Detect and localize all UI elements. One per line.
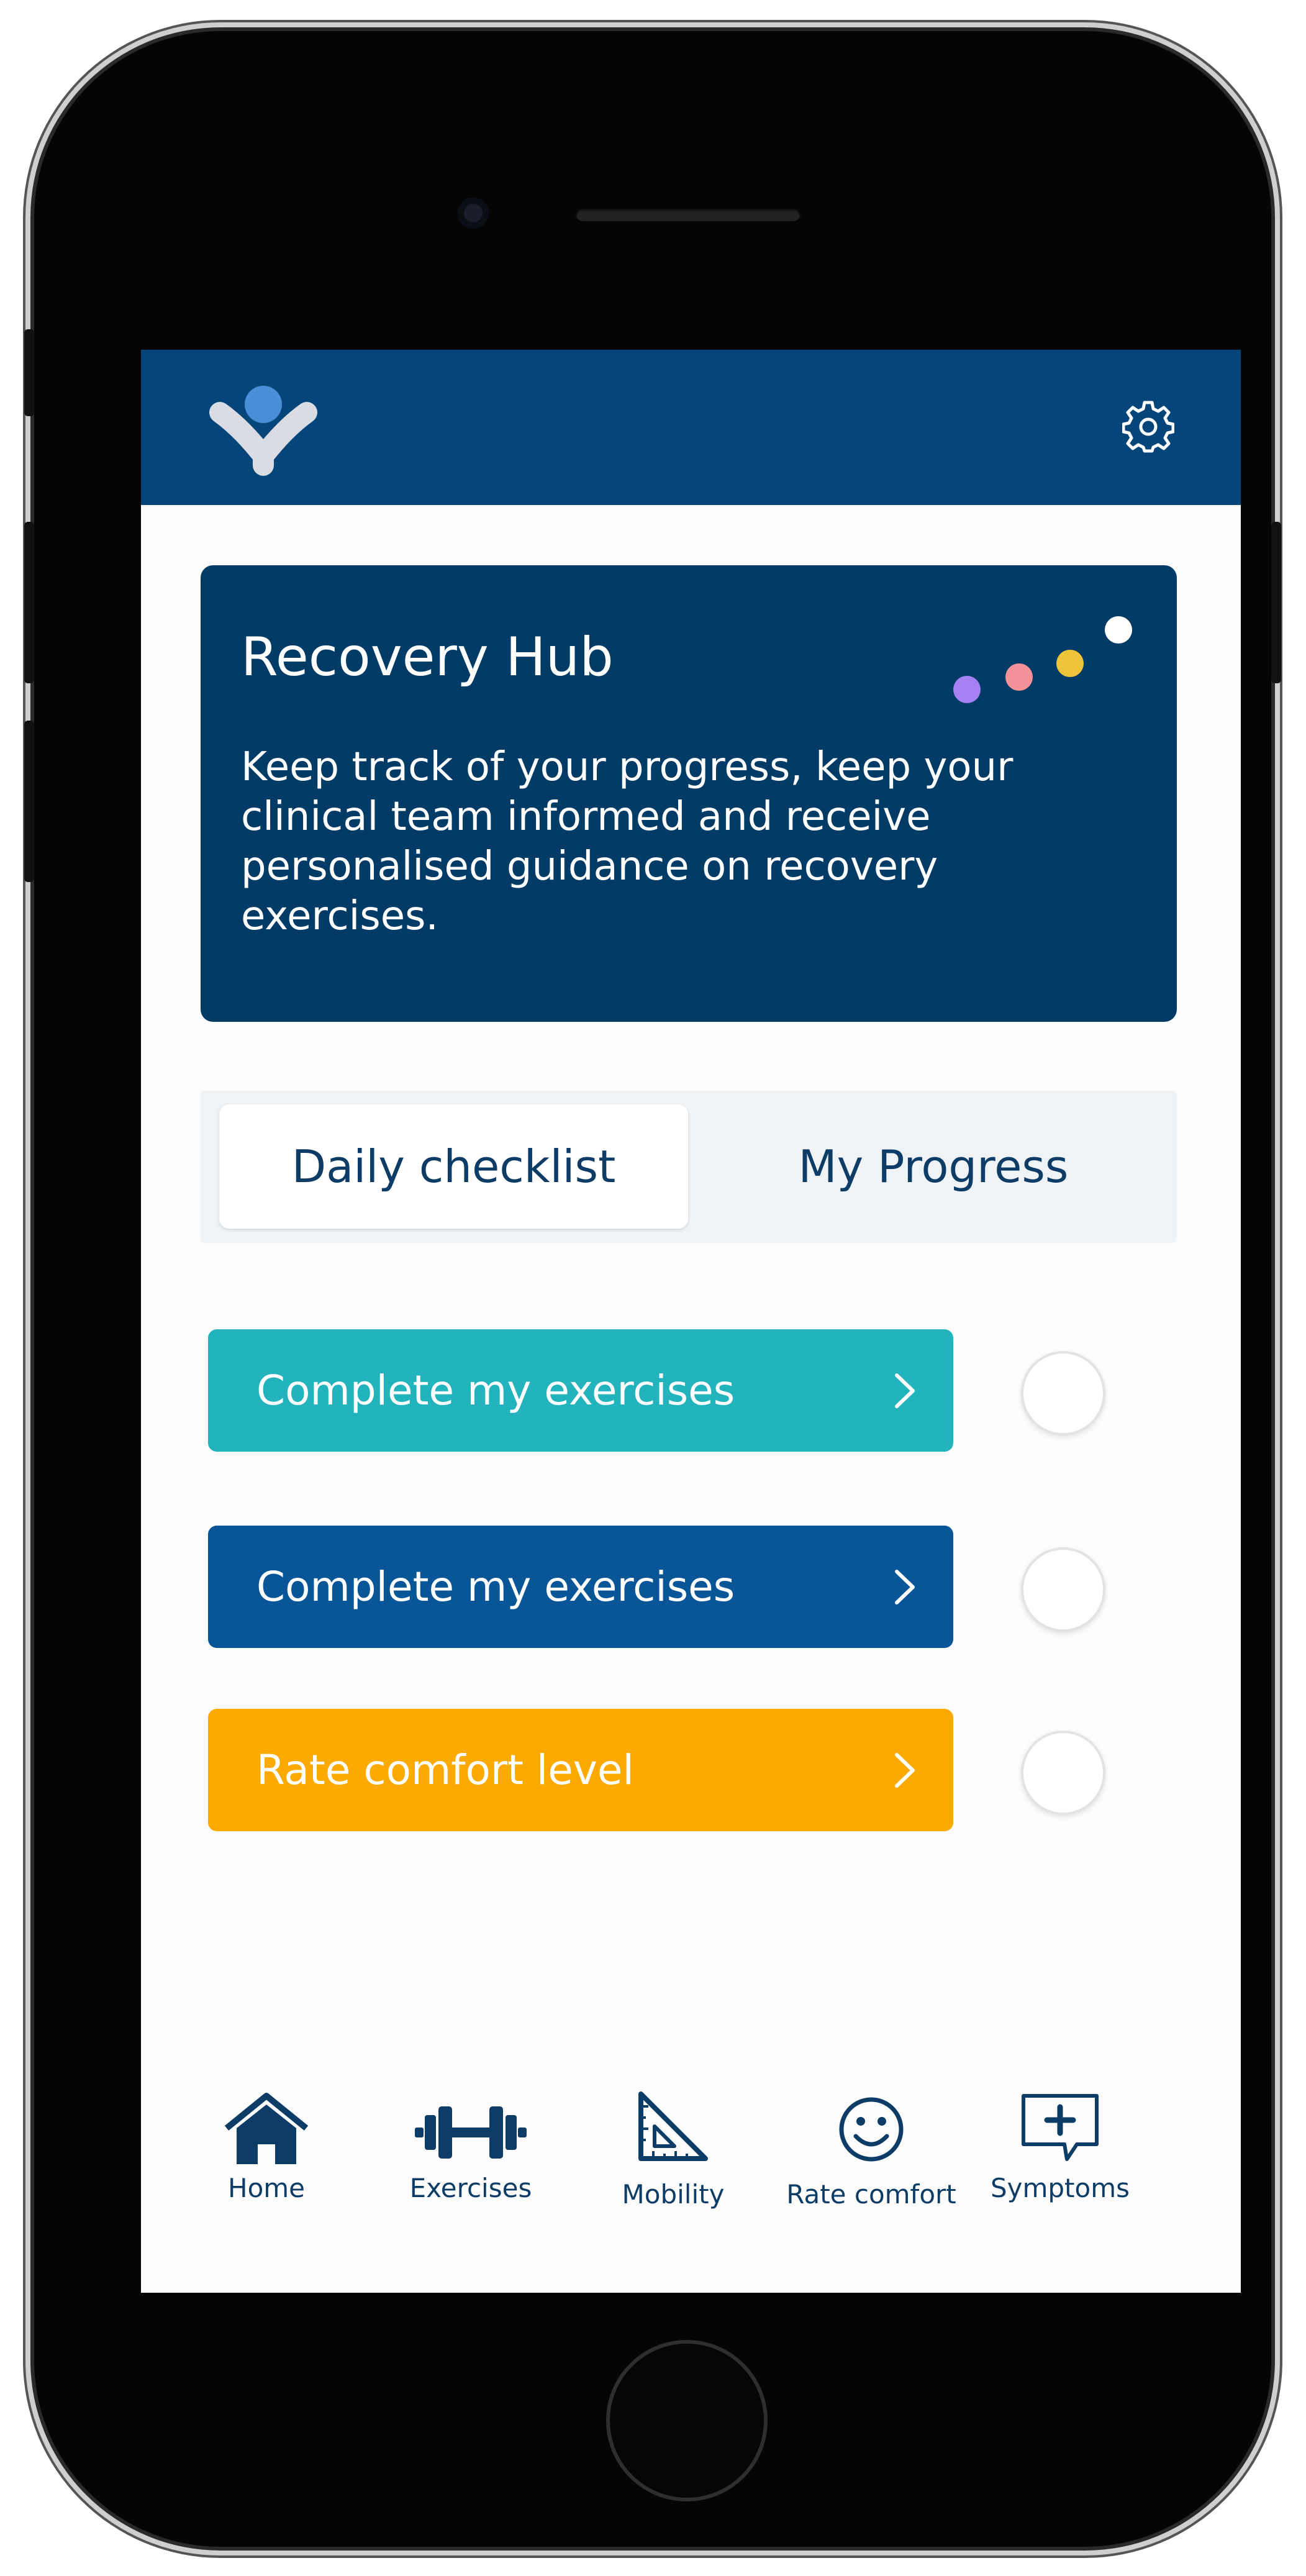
hero-description: Keep track of your progress, keep your c… (241, 744, 1014, 939)
dot-pink (1005, 663, 1033, 691)
nav-item-symptoms[interactable]: Symptoms (973, 2077, 1147, 2238)
checklist-item-exercises-2[interactable]: Complete my exercises (208, 1526, 953, 1648)
power-button (1271, 522, 1281, 683)
dot-purple (953, 676, 981, 703)
nav-label: Rate comfort (786, 2179, 956, 2210)
home-button[interactable] (606, 2340, 768, 2501)
app-screen: Recovery Hub Keep track of your progress… (141, 350, 1241, 2293)
bottom-navigation: Home Exercises Mobility Rate comfort Sym… (141, 2077, 1241, 2238)
nav-item-rate-comfort[interactable]: Rate comfort (784, 2077, 958, 2238)
nav-label: Mobility (622, 2179, 725, 2210)
volume-down-button (24, 721, 34, 882)
decorative-dots (953, 616, 1132, 703)
checklist-checkbox-3[interactable] (1021, 1731, 1105, 1815)
chevron-right-icon (895, 1753, 915, 1788)
tab-my-progress[interactable]: My Progress (697, 1104, 1169, 1229)
volume-up-button (24, 522, 34, 683)
nav-label: Home (227, 2173, 306, 2203)
smiley-icon (839, 2097, 904, 2162)
silent-switch (24, 329, 34, 416)
dot-yellow (1056, 650, 1084, 677)
hero-title: Recovery Hub (241, 626, 614, 688)
checklist-checkbox-2[interactable] (1021, 1547, 1105, 1632)
home-icon (224, 2093, 309, 2164)
phone-frame: Recovery Hub Keep track of your progress… (24, 31, 1281, 2547)
chevron-right-icon (895, 1373, 915, 1408)
nav-item-mobility[interactable]: Mobility (586, 2077, 760, 2238)
set-square-icon (638, 2091, 708, 2161)
chevron-right-icon (895, 1570, 915, 1604)
dot-white (1105, 616, 1132, 644)
tab-daily-checklist[interactable]: Daily checklist (219, 1104, 688, 1229)
checklist-progress-tabs: Daily checklist My Progress (201, 1091, 1177, 1243)
app-header (141, 350, 1241, 505)
nav-label: Symptoms (990, 2173, 1130, 2203)
checklist-item-rate-comfort[interactable]: Rate comfort level (208, 1709, 953, 1831)
checklist-item-exercises-1[interactable]: Complete my exercises (208, 1329, 953, 1452)
symptom-chat-plus-icon (1022, 2094, 1099, 2161)
nav-item-exercises[interactable]: Exercises (384, 2077, 558, 2238)
checklist-item-label: Rate comfort level (256, 1746, 634, 1794)
checklist-checkbox-1[interactable] (1021, 1351, 1105, 1436)
checklist-item-label: Complete my exercises (256, 1367, 735, 1414)
nav-item-home[interactable]: Home (179, 2077, 353, 2238)
nav-label: Exercises (409, 2173, 532, 2203)
earpiece-speaker (576, 207, 800, 221)
dumbbell-icon (415, 2106, 527, 2159)
checklist-item-label: Complete my exercises (256, 1563, 735, 1611)
gear-icon[interactable] (1122, 401, 1174, 453)
brand-logo-icon (209, 386, 317, 476)
recovery-hub-card: Recovery Hub Keep track of your progress… (201, 565, 1177, 1022)
front-camera (458, 198, 489, 229)
